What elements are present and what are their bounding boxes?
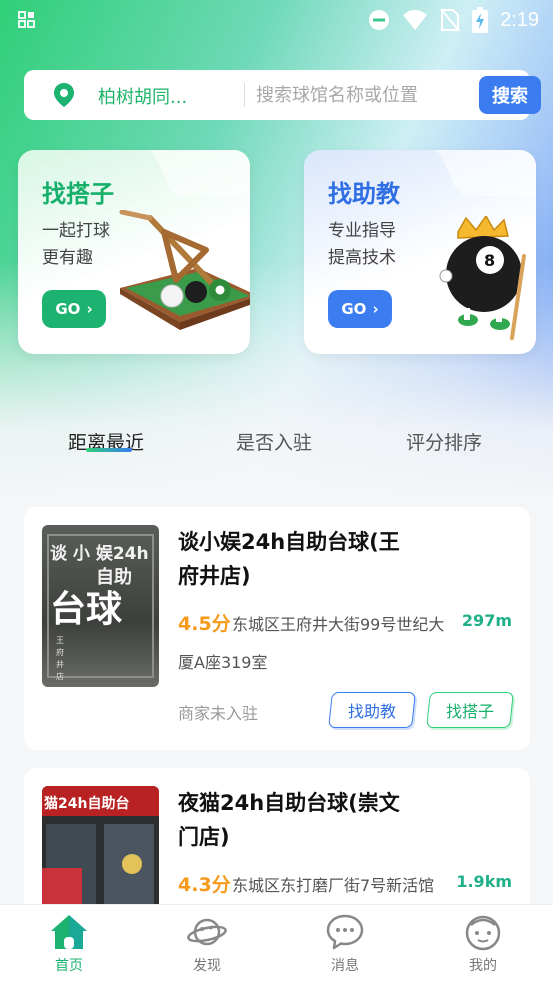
venue-rating: 4.5分 xyxy=(178,613,231,635)
tab-sort-joined[interactable]: 是否入驻 xyxy=(236,428,312,455)
home-icon xyxy=(51,915,87,949)
tab-sort-rating[interactable]: 评分排序 xyxy=(406,428,482,455)
search-button[interactable]: 搜索 xyxy=(479,76,541,114)
card-tab-notch xyxy=(432,150,536,196)
find-partner-tag-label: 找搭子 xyxy=(445,702,494,721)
chevron-right-icon: › xyxy=(86,300,93,318)
battery-charging-icon xyxy=(472,7,489,33)
svg-text:自助: 自助 xyxy=(96,566,132,588)
svg-text:猫24h自助台: 猫24h自助台 xyxy=(44,795,129,812)
venue-rating: 4.3分 xyxy=(178,874,231,896)
chat-bubble-icon xyxy=(326,914,364,950)
venue-address: 东城区王府井大街99号世纪大 xyxy=(232,615,445,634)
venue-name-line2: 府井店) xyxy=(178,564,251,588)
search-divider xyxy=(244,83,245,107)
venue-name: 夜猫24h自助台球(崇文 门店) xyxy=(178,786,438,854)
merchant-status: 商家未入驻 xyxy=(178,704,259,723)
current-location[interactable]: 柏树胡同... xyxy=(98,83,187,109)
venue-address: 东城区东打磨厂街7号新活馆 xyxy=(232,876,435,895)
venue-photo: 谈 小 娱24h 自助 台球 王 府 井 店 xyxy=(47,534,154,681)
venue-name: 谈小娱24h自助台球(王 府井店) xyxy=(178,525,438,593)
search-bar: 柏树胡同... 搜索 xyxy=(24,70,541,120)
go-label: GO xyxy=(55,300,81,318)
search-input[interactable] xyxy=(256,80,466,110)
planet-icon xyxy=(187,918,227,946)
location-pin-icon[interactable] xyxy=(52,82,76,108)
venue-name-line1: 谈小娱24h自助台球(王 xyxy=(178,530,400,554)
card-title: 找搭子 xyxy=(42,180,114,208)
svg-text:谈 小 娱24h: 谈 小 娱24h xyxy=(50,543,149,564)
card-subtitle: 专业指导 提高技术 xyxy=(328,218,396,272)
svg-text:府: 府 xyxy=(56,647,64,657)
nav-label: 我的 xyxy=(469,958,497,974)
find-coach-card[interactable]: 找助教 专业指导 提高技术 GO › 8 xyxy=(304,150,536,354)
go-label: GO xyxy=(341,300,367,318)
find-coach-tag-label: 找助教 xyxy=(347,702,396,721)
chevron-right-icon: › xyxy=(372,300,379,318)
card-subtitle-line2: 提高技术 xyxy=(328,248,396,268)
eight-ball-mascot-icon: 8 xyxy=(439,216,526,340)
nav-item-discover[interactable]: 发现 xyxy=(167,913,247,979)
status-bar: 2:19 xyxy=(0,0,553,40)
wifi-icon xyxy=(403,10,428,30)
nav-label: 消息 xyxy=(331,958,359,974)
face-icon xyxy=(465,915,501,951)
venue-distance: 297m xyxy=(461,611,512,630)
card-subtitle-line1: 一起打球 xyxy=(42,221,110,241)
venue-thumbnail[interactable]: 谈 小 娱24h 自助 台球 王 府 井 店 xyxy=(42,525,159,687)
no-sim-icon xyxy=(440,8,460,32)
active-tab-indicator xyxy=(86,448,132,452)
svg-text:台球: 台球 xyxy=(50,588,123,630)
find-partner-tag[interactable]: 找搭子 xyxy=(426,692,514,728)
svg-text:8: 8 xyxy=(484,251,495,270)
nav-item-home[interactable]: 首页 xyxy=(29,913,109,979)
clock: 2:19 xyxy=(500,8,539,31)
card-subtitle-line2: 更有趣 xyxy=(42,248,93,268)
billiard-table-icon xyxy=(119,210,250,330)
nav-item-profile[interactable]: 我的 xyxy=(443,913,523,979)
do-not-disturb-icon xyxy=(369,10,390,30)
nav-label: 首页 xyxy=(55,958,83,974)
svg-text:王: 王 xyxy=(56,636,64,645)
venue-address-line2: 厦A座319室 xyxy=(178,653,268,672)
card-tab-notch xyxy=(146,150,250,196)
svg-text:井: 井 xyxy=(56,659,64,669)
venue-name-line1: 夜猫24h自助台球(崇文 xyxy=(178,791,400,815)
venue-card[interactable]: 谈 小 娱24h 自助 台球 王 府 井 店 谈小娱24h自助台球(王 府井店)… xyxy=(24,507,530,750)
go-button[interactable]: GO › xyxy=(328,290,392,328)
card-subtitle-line1: 专业指导 xyxy=(328,221,396,241)
bottom-nav: 首页 发现 消息 我的 xyxy=(0,904,553,983)
app-grid-icon xyxy=(18,11,35,28)
find-partner-card[interactable]: 找搭子 一起打球 更有趣 GO › xyxy=(18,150,250,354)
card-subtitle: 一起打球 更有趣 xyxy=(42,218,110,272)
find-coach-tag[interactable]: 找助教 xyxy=(328,692,416,728)
venue-name-line2: 门店) xyxy=(178,825,230,849)
card-title: 找助教 xyxy=(328,180,400,208)
nav-label: 发现 xyxy=(193,958,221,974)
nav-item-messages[interactable]: 消息 xyxy=(305,913,385,979)
svg-text:店: 店 xyxy=(56,671,64,681)
go-button[interactable]: GO › xyxy=(42,290,106,328)
sort-tabs: 距离最近 是否入驻 评分排序 xyxy=(0,420,553,460)
venue-distance: 1.9km xyxy=(456,872,512,891)
